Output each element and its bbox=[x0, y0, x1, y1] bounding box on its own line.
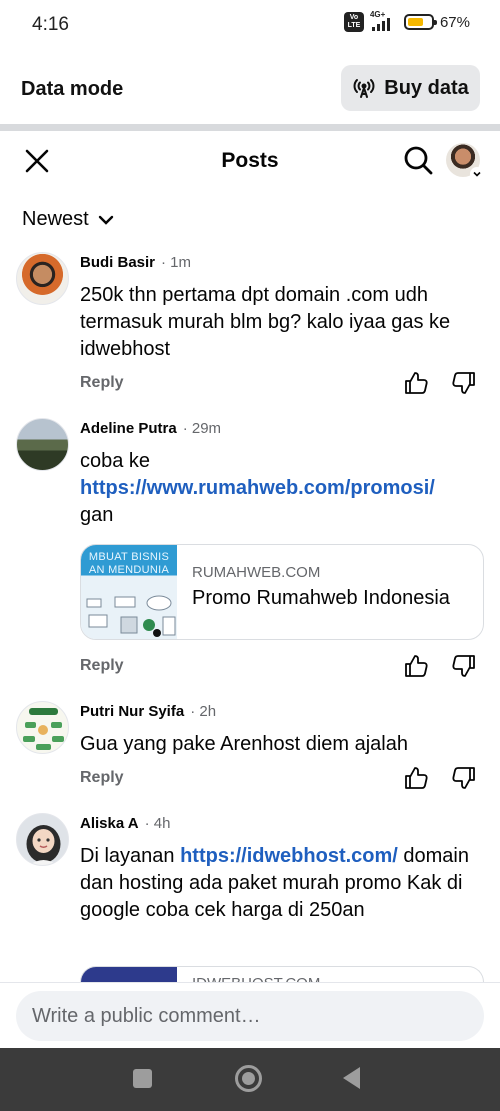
comment-text: 250k thn pertama dpt domain .com udh ter… bbox=[80, 284, 451, 360]
comment-text: Di layanan https://idwebhost.com/ domain… bbox=[80, 843, 484, 924]
thumbs-down-icon[interactable] bbox=[452, 370, 476, 396]
comment-actions: Reply bbox=[80, 765, 480, 795]
link-preview-card[interactable]: MBUAT BISNIS AN MENDUNIA RUMAHWEB.COM Pr… bbox=[80, 544, 484, 640]
buy-data-label: Buy data bbox=[384, 76, 469, 99]
comment-time: · 4h bbox=[144, 815, 171, 832]
status-time: 4:16 bbox=[32, 14, 69, 35]
comment-text-part: gan bbox=[80, 504, 114, 526]
search-icon[interactable] bbox=[402, 144, 434, 176]
nav-home-icon[interactable] bbox=[235, 1065, 262, 1092]
screen: 4:16 Vo LTE 4G+ 67% Data mode Buy data P… bbox=[0, 0, 500, 1111]
reply-button[interactable]: Reply bbox=[80, 374, 124, 392]
comment-text-part: coba ke bbox=[80, 450, 151, 472]
data-mode-bar: Data mode Buy data bbox=[0, 50, 500, 124]
avatar[interactable] bbox=[16, 701, 69, 754]
comment-author[interactable]: Putri Nur Syifa bbox=[80, 703, 184, 720]
thumbs-down-icon[interactable] bbox=[452, 765, 476, 791]
nav-recents-icon[interactable] bbox=[133, 1069, 152, 1088]
link-title: Promo Rumahweb Indonesia bbox=[192, 587, 450, 609]
broadcast-icon bbox=[353, 79, 375, 98]
thumbs-up-icon[interactable] bbox=[404, 765, 428, 791]
comment-text: coba ke https://www.rumahweb.com/promosi… bbox=[80, 448, 484, 529]
thumbs-up-icon[interactable] bbox=[404, 370, 428, 396]
thumbs-up-icon[interactable] bbox=[404, 653, 428, 679]
system-nav-bar bbox=[0, 1048, 500, 1111]
comment-author[interactable]: Aliska A bbox=[80, 815, 139, 832]
status-bar: 4:16 Vo LTE 4G+ 67% bbox=[0, 0, 500, 50]
comment-composer: Write a public comment… bbox=[0, 982, 500, 1048]
chevron-down-icon bbox=[98, 215, 113, 225]
reply-button[interactable]: Reply bbox=[80, 769, 124, 787]
reply-button[interactable]: Reply bbox=[80, 657, 124, 675]
thumbs-down-icon[interactable] bbox=[452, 653, 476, 679]
comment-link[interactable]: https://idwebhost.com/ bbox=[180, 845, 398, 867]
comment-text-part: Di layanan bbox=[80, 845, 181, 867]
comment-time: · 2h bbox=[190, 703, 217, 720]
divider bbox=[0, 124, 500, 131]
posts-header: Posts bbox=[0, 131, 500, 189]
battery-percent: 67% bbox=[439, 13, 470, 31]
status-icons: Vo LTE 4G+ 67% bbox=[343, 10, 470, 32]
volte-icon: Vo LTE bbox=[343, 12, 364, 32]
buy-data-button[interactable]: Buy data bbox=[341, 65, 480, 111]
signal-icon: 4G+ bbox=[370, 10, 398, 32]
avatar[interactable] bbox=[16, 252, 69, 305]
comment-actions: Reply bbox=[80, 653, 480, 683]
avatar[interactable] bbox=[16, 418, 69, 471]
avatar[interactable] bbox=[16, 813, 69, 866]
sort-label: Newest bbox=[22, 208, 89, 230]
comment-author[interactable]: Adeline Putra bbox=[80, 420, 177, 437]
comment-link[interactable]: https://www.rumahweb.com/promosi/ bbox=[80, 477, 435, 499]
comment-author[interactable]: Budi Basir bbox=[80, 254, 155, 271]
battery-icon bbox=[403, 14, 437, 30]
sort-dropdown[interactable]: Newest bbox=[22, 208, 115, 231]
comment-time: · 29m bbox=[182, 420, 222, 437]
comment-input[interactable]: Write a public comment… bbox=[16, 991, 484, 1041]
data-mode-label: Data mode bbox=[21, 78, 124, 100]
nav-back-icon[interactable] bbox=[343, 1067, 360, 1089]
comment-text: Gua yang pake Arenhost diem ajalah bbox=[80, 733, 408, 755]
comment-actions: Reply bbox=[80, 370, 480, 400]
comment-time: · 1m bbox=[161, 254, 192, 271]
chevron-down-icon bbox=[470, 167, 484, 181]
link-domain: RUMAHWEB.COM bbox=[192, 564, 321, 581]
link-thumbnail: MBUAT BISNIS AN MENDUNIA bbox=[81, 545, 177, 639]
